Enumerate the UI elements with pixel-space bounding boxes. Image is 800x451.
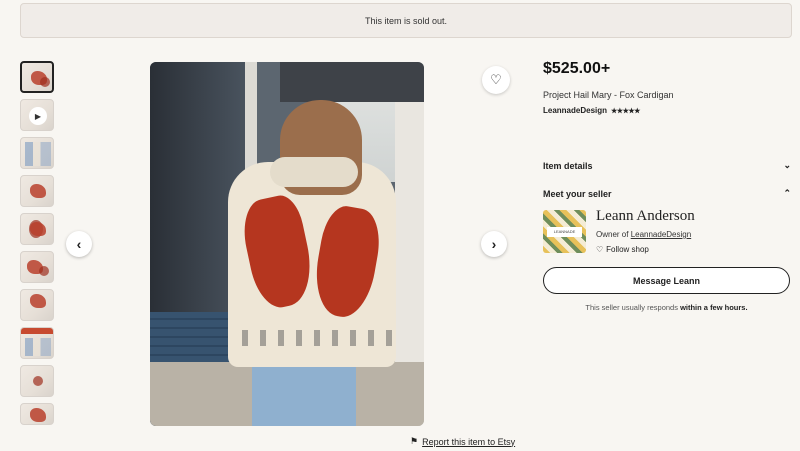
- item-details-label: Item details: [543, 160, 593, 171]
- owner-line: Owner of LeannadeDesign: [596, 230, 691, 239]
- heart-icon: ♡: [596, 245, 604, 254]
- meet-seller-toggle[interactable]: Meet your seller ⌃: [543, 188, 791, 199]
- chevron-down-icon: ⌄: [783, 160, 791, 170]
- listing-title: Project Hail Mary - Fox Cardigan: [543, 90, 674, 100]
- follow-shop-button[interactable]: ♡ Follow shop: [596, 245, 649, 254]
- report-item-link[interactable]: ⚑ Report this item to Etsy: [410, 436, 515, 447]
- thumbnail-8[interactable]: [20, 327, 54, 359]
- play-icon: ▶: [29, 107, 47, 125]
- shop-rating-line: LeannadeDesign ★★★★★: [543, 106, 793, 115]
- item-details-toggle[interactable]: Item details ⌄: [543, 160, 791, 171]
- response-emphasis: within a few hours.: [680, 303, 748, 312]
- follow-shop-label: Follow shop: [606, 245, 649, 254]
- main-product-image: [150, 62, 424, 426]
- shop-logo[interactable]: LEANNADE: [543, 210, 586, 253]
- previous-image-button[interactable]: ‹: [66, 231, 92, 257]
- thumbnail-7[interactable]: [20, 289, 54, 321]
- price: $525.00+: [543, 60, 611, 77]
- response-prefix: This seller usually responds: [585, 303, 681, 312]
- sold-out-text: This item is sold out.: [364, 15, 448, 26]
- response-time-note: This seller usually responds within a fe…: [543, 303, 790, 312]
- favorite-button[interactable]: ♡: [482, 66, 510, 94]
- report-item-label: Report this item to Etsy: [422, 436, 516, 447]
- thumbnail-4[interactable]: [20, 175, 54, 207]
- seller-name: Leann Anderson: [596, 208, 695, 224]
- thumbnail-10[interactable]: [20, 403, 54, 425]
- sold-out-banner: This item is sold out.: [20, 3, 792, 38]
- message-seller-label: Message Leann: [632, 275, 701, 286]
- chevron-left-icon: ‹: [76, 236, 82, 252]
- seller-card: LEANNADE Leann Anderson Owner of Leannad…: [543, 208, 793, 256]
- meet-seller-label: Meet your seller: [543, 188, 612, 199]
- shop-logo-text: LEANNADE: [547, 227, 582, 237]
- owner-prefix: Owner of: [596, 230, 631, 239]
- chevron-right-icon: ›: [491, 236, 497, 252]
- thumbnail-6[interactable]: [20, 251, 54, 283]
- chevron-up-icon: ⌃: [783, 188, 791, 198]
- thumbnail-3[interactable]: [20, 137, 54, 169]
- heart-icon: ♡: [490, 72, 502, 87]
- thumbnail-5[interactable]: [20, 213, 54, 245]
- next-image-button[interactable]: ›: [481, 231, 507, 257]
- owner-shop-link[interactable]: LeannadeDesign: [631, 230, 692, 239]
- thumbnail-1[interactable]: [20, 61, 54, 93]
- thumbnail-strip: ▶: [20, 61, 56, 425]
- message-seller-button[interactable]: Message Leann: [543, 267, 790, 294]
- thumbnail-9[interactable]: [20, 365, 54, 397]
- thumbnail-video[interactable]: ▶: [20, 99, 54, 131]
- shop-name-link[interactable]: LeannadeDesign: [543, 106, 607, 115]
- flag-icon: ⚑: [410, 436, 419, 446]
- star-rating-icon: ★★★★★: [611, 107, 640, 115]
- listing-info: $525.00+ Project Hail Mary - Fox Cardiga…: [543, 60, 793, 115]
